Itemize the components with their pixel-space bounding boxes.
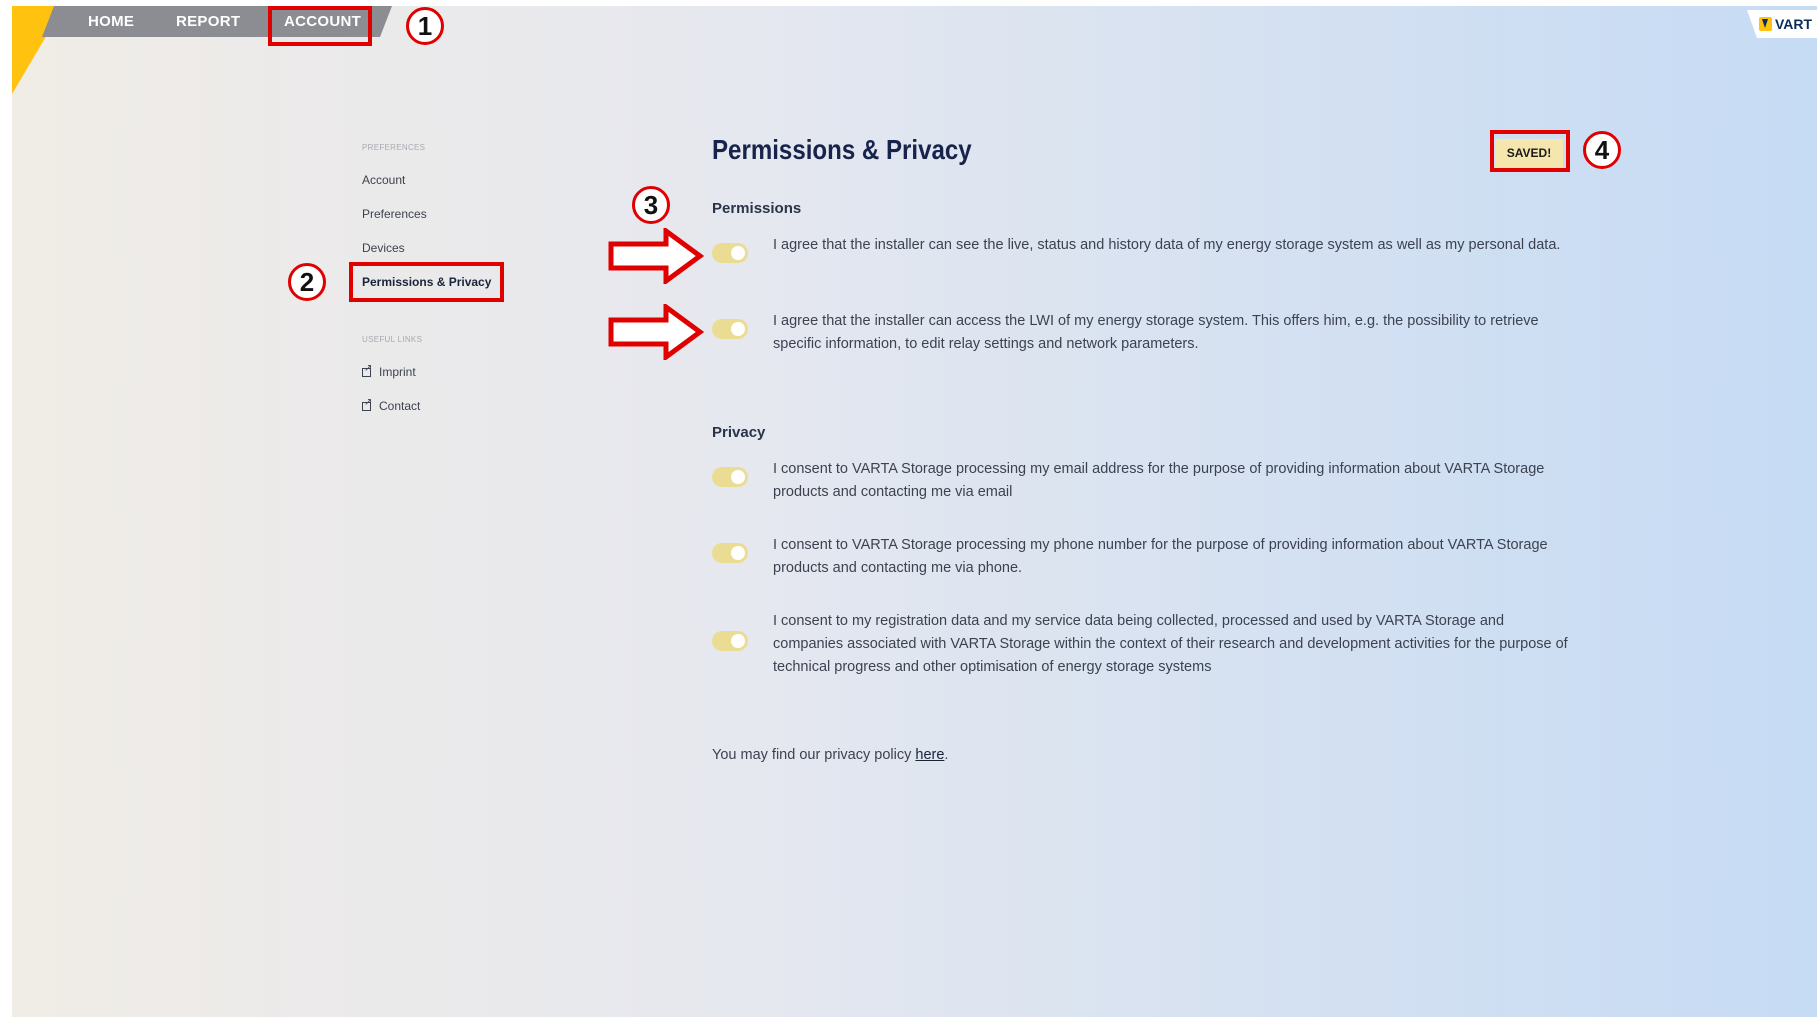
privacy-toggle-phone[interactable] bbox=[712, 543, 748, 563]
privacy-heading: Privacy bbox=[712, 424, 766, 441]
privacy-policy-note: You may find our privacy policy here. bbox=[712, 747, 948, 763]
privacy-policy-link[interactable]: here bbox=[915, 747, 944, 763]
highlight-account-tab bbox=[268, 6, 372, 46]
link-contact-label: Contact bbox=[379, 399, 421, 413]
permission-toggle-lwi-access[interactable] bbox=[712, 319, 748, 339]
link-contact[interactable]: Contact bbox=[362, 397, 421, 413]
sidebar-caption-useful-links: USEFUL LINKS bbox=[362, 335, 423, 344]
privacy-policy-prefix: You may find our privacy policy bbox=[712, 747, 916, 763]
sidebar-item-preferences[interactable]: Preferences bbox=[362, 207, 427, 221]
privacy-text-email: I consent to VARTA Storage processing my… bbox=[773, 461, 1545, 500]
privacy-policy-suffix: . bbox=[944, 747, 949, 763]
varta-logo-icon bbox=[1759, 17, 1772, 31]
arrow-right-icon bbox=[608, 304, 704, 360]
link-imprint-label: Imprint bbox=[379, 365, 416, 379]
page-title: Permissions & Privacy bbox=[712, 134, 972, 165]
privacy-text-phone: I consent to VARTA Storage processing my… bbox=[773, 537, 1548, 576]
nav-report[interactable]: REPORT bbox=[176, 13, 240, 30]
sidebar-item-account[interactable]: Account bbox=[362, 173, 405, 187]
highlight-permissions-item bbox=[349, 262, 504, 302]
marker-4: 4 bbox=[1583, 131, 1621, 169]
external-link-icon bbox=[362, 397, 372, 411]
external-link-icon bbox=[362, 363, 372, 377]
sidebar-caption-preferences: PREFERENCES bbox=[362, 143, 426, 152]
arrow-right-icon bbox=[608, 228, 704, 284]
highlight-saved-badge bbox=[1490, 130, 1570, 172]
brand-logo-text: VART bbox=[1775, 16, 1813, 32]
marker-1: 1 bbox=[406, 7, 444, 45]
permission-toggle-live-data[interactable] bbox=[712, 243, 748, 263]
app-canvas: HOME REPORT ACCOUNT 1 VART PREFERENCES A… bbox=[12, 6, 1817, 1017]
sidebar-item-devices[interactable]: Devices bbox=[362, 241, 405, 255]
privacy-toggle-research[interactable] bbox=[712, 631, 748, 651]
permission-text-live-data: I agree that the installer can see the l… bbox=[773, 237, 1561, 253]
privacy-text-research: I consent to my registration data and my… bbox=[773, 613, 1568, 675]
permissions-heading: Permissions bbox=[712, 200, 802, 217]
marker-2: 2 bbox=[288, 263, 326, 301]
marker-3: 3 bbox=[632, 186, 670, 224]
nav-home[interactable]: HOME bbox=[88, 13, 134, 30]
brand-logo: VART bbox=[1747, 10, 1817, 38]
privacy-toggle-email[interactable] bbox=[712, 467, 748, 487]
permission-text-lwi-access: I agree that the installer can access th… bbox=[773, 313, 1539, 352]
link-imprint[interactable]: Imprint bbox=[362, 363, 416, 379]
